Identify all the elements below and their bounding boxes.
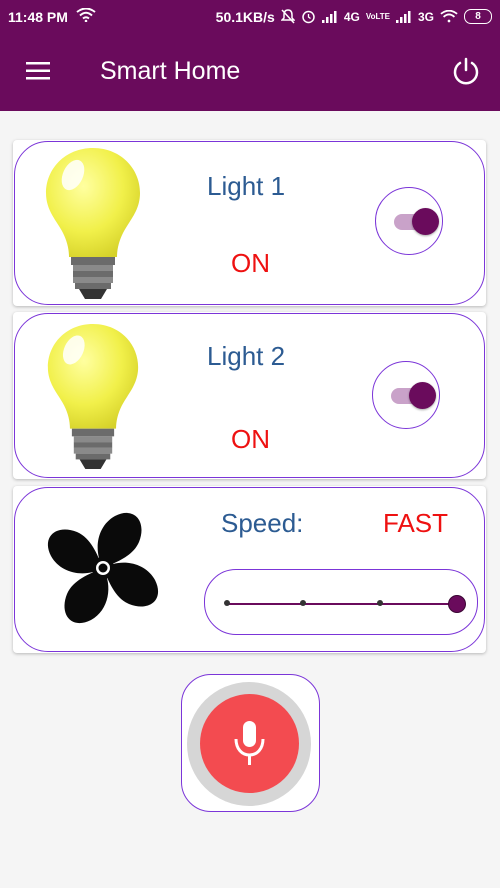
slider-tick <box>300 600 306 606</box>
network-type-1: 4G <box>343 9 360 24</box>
signal-icon <box>321 10 338 23</box>
light-2-toggle[interactable] <box>372 361 440 429</box>
wifi-icon <box>76 7 96 25</box>
fan-icon <box>31 498 175 647</box>
device-name: Light 1 <box>207 171 286 201</box>
mic-container <box>181 674 320 812</box>
light-1-card: Light 1 ON <box>13 140 486 306</box>
app-bar: Smart Home <box>0 33 500 111</box>
mute-icon <box>280 9 295 24</box>
speed-value: FAST <box>383 508 449 538</box>
network-type-2: 3G <box>417 9 434 24</box>
device-status: ON <box>231 248 270 278</box>
mic-button[interactable] <box>200 694 299 793</box>
device-name: Light 2 <box>207 341 286 371</box>
volte-label: VoLTE <box>365 11 390 21</box>
light-2-card: Light 2 ON <box>13 312 486 479</box>
slider-thumb[interactable] <box>448 595 466 613</box>
hamburger-menu-icon[interactable] <box>24 59 54 83</box>
slider-tick <box>377 600 383 606</box>
app-title: Smart Home <box>100 57 241 85</box>
slider-tick <box>224 600 230 606</box>
light-1-toggle[interactable] <box>375 187 443 255</box>
battery-level: 8 <box>475 11 481 22</box>
speed-label: Speed: <box>221 508 304 538</box>
power-icon[interactable] <box>450 55 482 87</box>
status-time: 11:48 PM <box>8 8 68 25</box>
signal-icon-2 <box>395 10 412 23</box>
status-bar: 11:48 PM 50.1KB/s 4G VoLTE 3G 8 <box>0 0 500 33</box>
battery-icon: 8 <box>464 9 492 24</box>
light-bulb-icon <box>45 318 141 481</box>
network-speed: 50.1KB/s <box>215 8 275 25</box>
light-bulb-icon <box>43 145 143 308</box>
alarm-icon <box>301 9 316 24</box>
microphone-icon <box>234 721 265 765</box>
fan-card: Speed: FAST <box>13 486 486 653</box>
wifi-icon-2 <box>440 10 458 23</box>
fan-speed-slider[interactable] <box>204 569 478 635</box>
device-status: ON <box>231 424 270 454</box>
